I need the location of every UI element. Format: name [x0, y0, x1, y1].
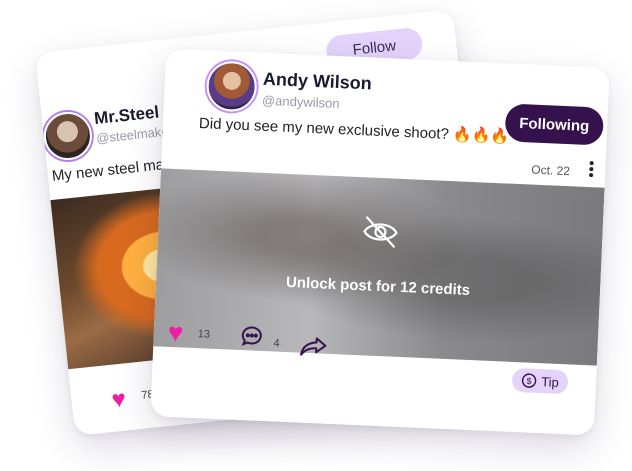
heart-icon[interactable]: ♥ [110, 385, 127, 413]
post-text-body: Did you see my new exclusive shoot? [198, 115, 450, 143]
like-count: 13 [197, 328, 211, 341]
avatar[interactable] [41, 109, 95, 163]
dollar-icon: $ [522, 373, 537, 388]
front-post-card: Andy Wilson @andywilson Following Did yo… [150, 48, 610, 436]
post-date: Oct. 22 [530, 162, 571, 179]
author-handle: @andywilson [261, 92, 340, 112]
svg-text:$: $ [527, 376, 532, 386]
share-icon[interactable] [299, 335, 328, 358]
locked-post-preview[interactable]: Unlock post for 12 credits [153, 168, 605, 366]
avatar[interactable] [205, 60, 258, 113]
more-icon[interactable] [589, 159, 596, 179]
unlock-text[interactable]: Unlock post for 12 credits [156, 268, 600, 304]
tip-button[interactable]: $ Tip [511, 367, 569, 395]
fire-emoji: 🔥🔥🔥 [452, 126, 510, 146]
comment-count: 4 [273, 337, 280, 350]
eye-off-icon [363, 216, 398, 248]
following-button[interactable]: Following [504, 103, 605, 146]
tip-label: Tip [540, 373, 560, 390]
heart-icon[interactable]: ♥ [167, 317, 184, 348]
post-text: Did you see my new exclusive shoot? 🔥🔥🔥 [199, 114, 510, 146]
author-name[interactable]: Andy Wilson [263, 69, 373, 95]
comment-icon[interactable] [239, 324, 264, 349]
